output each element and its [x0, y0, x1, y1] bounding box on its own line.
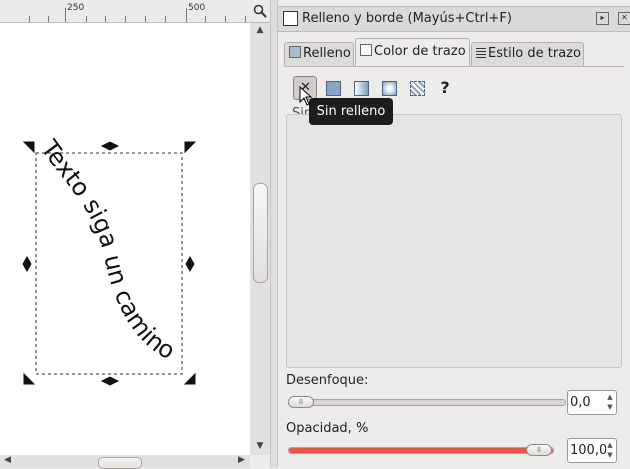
text-on-path[interactable]: Texto siga un camino	[35, 134, 180, 365]
blur-slider[interactable]	[288, 399, 566, 406]
tab-stroke-paint[interactable]: Color de trazo	[355, 38, 470, 67]
horizontal-scroll-thumb[interactable]	[98, 457, 142, 469]
fill-stroke-icon	[283, 11, 298, 26]
pattern-icon	[410, 81, 425, 96]
panel-splitter[interactable]	[270, 0, 278, 468]
dock-icon[interactable]: ▸	[596, 12, 609, 25]
vertical-scrollbar[interactable]: ▲ ▼	[250, 23, 270, 455]
blur-spinbox[interactable]: ▲▼	[567, 390, 617, 415]
paint-settings-frame	[286, 114, 622, 368]
opacity-slider[interactable]	[288, 447, 554, 454]
dialog-title: Relleno y borde (Mayús+Ctrl+F)	[302, 11, 512, 26]
flat-color-button[interactable]	[321, 76, 345, 100]
scroll-left-arrow-icon[interactable]: ◀	[4, 455, 11, 465]
vertical-scroll-thumb[interactable]	[253, 183, 268, 283]
zoom-icon[interactable]	[250, 0, 270, 23]
flat-color-icon	[326, 81, 341, 96]
dialog-titlebar: Relleno y borde (Mayús+Ctrl+F) ▸ ✕	[278, 6, 630, 32]
spin-arrows-icon[interactable]: ▲ ▼	[606, 392, 614, 412]
blur-label: Desenfoque:	[286, 373, 369, 388]
radial-gradient-icon	[382, 81, 397, 96]
ruler-mark-500: 500	[188, 3, 206, 13]
drawing-canvas[interactable]: Texto siga un camino	[0, 23, 250, 455]
linear-gradient-icon	[354, 81, 369, 96]
blur-slider-knob[interactable]: ll	[288, 396, 314, 408]
ruler-mark-250: 250	[67, 3, 85, 13]
spin-arrows-icon[interactable]: ▲ ▼	[606, 440, 614, 460]
scroll-down-arrow-icon[interactable]: ▼	[250, 441, 270, 451]
tab-fill[interactable]: Relleno	[284, 42, 354, 66]
scroll-right-arrow-icon[interactable]: ▶	[238, 455, 245, 465]
radial-gradient-button[interactable]	[377, 76, 401, 100]
horizontal-scrollbar[interactable]: ◀ ▶	[0, 455, 250, 469]
unset-paint-icon: ?	[440, 78, 450, 97]
unset-paint-button[interactable]: ?	[433, 76, 457, 100]
opacity-spinbox[interactable]: ▲▼	[567, 438, 617, 463]
opacity-label: Opacidad, %	[286, 421, 369, 436]
tooltip: Sin relleno	[309, 98, 393, 125]
linear-gradient-button[interactable]	[349, 76, 373, 100]
stroke-paint-tab-icon	[360, 44, 372, 56]
scroll-up-arrow-icon[interactable]: ▲	[250, 25, 270, 35]
horizontal-ruler: 250 500	[0, 0, 250, 23]
opacity-slider-knob[interactable]: ll	[526, 444, 552, 456]
close-icon[interactable]: ✕	[618, 12, 630, 25]
pattern-button[interactable]	[405, 76, 429, 100]
fill-stroke-dialog: Relleno y borde (Mayús+Ctrl+F) ▸ ✕ Relle…	[278, 0, 630, 468]
fill-tab-icon	[289, 46, 301, 58]
mouse-cursor-icon	[299, 86, 313, 106]
stroke-style-tab-icon	[476, 48, 486, 58]
tab-stroke-style[interactable]: Estilo de trazo	[471, 42, 584, 66]
blur-input[interactable]	[570, 393, 606, 411]
opacity-input[interactable]	[570, 441, 606, 459]
